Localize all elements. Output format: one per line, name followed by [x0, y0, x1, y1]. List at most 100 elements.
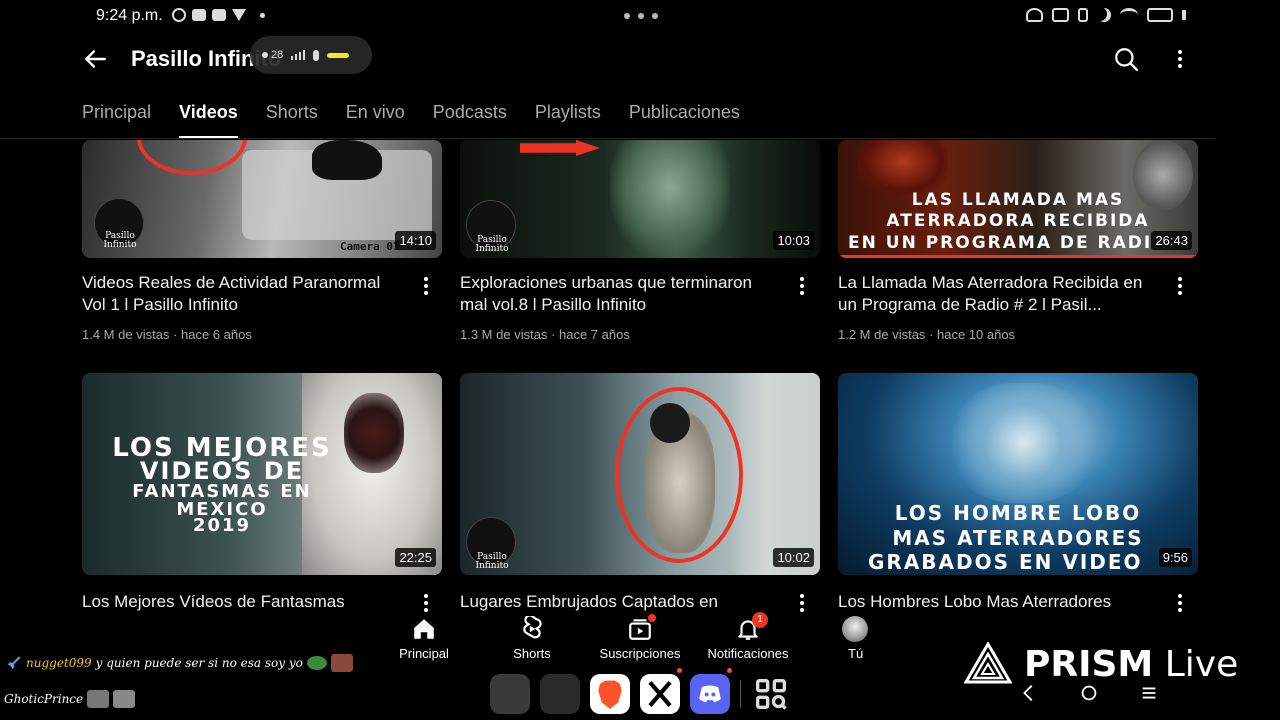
chat-bubble-icon	[172, 8, 186, 22]
video-duration: 14:10	[395, 231, 436, 250]
chat-text: y quien puede ser si no esa soy yo	[95, 656, 303, 670]
face-emote-icon	[113, 690, 136, 708]
do-not-disturb-icon	[1097, 8, 1111, 22]
video-meta: 1.4 M de vistas · hace 6 años	[82, 327, 252, 342]
nav-label: Shorts	[513, 646, 551, 661]
thumbnail-text: 2019	[192, 515, 252, 536]
video-more-icon[interactable]	[1168, 591, 1192, 615]
headset-icon	[1026, 8, 1043, 22]
tab-playlists[interactable]: Playlists	[535, 102, 601, 138]
video-thumbnail[interactable]: LOS MEJORES VIDEOS DE FANTASMAS EN MEXIC…	[82, 373, 442, 575]
video-title[interactable]: La Llamada Mas Aterradora Recibida en un…	[838, 272, 1158, 316]
video-title[interactable]: Lugares Embrujados Captados en	[460, 591, 780, 613]
tab-publicaciones[interactable]: Publicaciones	[629, 102, 740, 138]
video-title[interactable]: Videos Reales de Actividad Paranormal Vo…	[82, 272, 402, 316]
status-system-icons	[1026, 8, 1186, 22]
video-duration: 26:43	[1151, 231, 1192, 250]
nav-label: Notificaciones	[707, 646, 789, 661]
status-notification-icons	[172, 8, 265, 22]
back-arrow-icon[interactable]	[82, 46, 108, 72]
nav-shorts[interactable]: Shorts	[478, 612, 586, 661]
video-title[interactable]: Los Hombres Lobo Mas Aterradores	[838, 591, 1158, 613]
video-duration: 22:25	[395, 548, 436, 567]
video-card[interactable]: Pasillo Infinito Camera 01 14:10 Videos …	[82, 140, 442, 350]
video-meta: 1.3 M de vistas · hace 7 años	[460, 327, 630, 342]
avatar-icon	[842, 616, 868, 642]
search-icon[interactable]	[1113, 46, 1139, 72]
video-card[interactable]: LOS MEJORES VIDEOS DE FANTASMAS EN MEXIC…	[82, 373, 442, 613]
app-drawer[interactable]	[751, 674, 791, 714]
home-icon	[414, 619, 434, 639]
voice-chat-overlay[interactable]: 28	[250, 36, 372, 74]
prism-watermark: PRISM Live	[1024, 644, 1238, 685]
nav-principal[interactable]: Principal	[370, 612, 478, 661]
video-card[interactable]: LAS LLAMADA MAS ATERRADORA RECIBIDA EN U…	[838, 140, 1198, 350]
new-content-dot	[648, 614, 656, 622]
video-title[interactable]: Exploraciones urbanas que terminaron mal…	[460, 272, 780, 316]
nav-notificaciones[interactable]: 1 Notificaciones	[694, 612, 802, 661]
charging-icon	[1182, 10, 1186, 20]
thumbnail-text: EN UN PROGRAMA DE RADI	[848, 233, 1153, 253]
video-card[interactable]: Pasillo Infinito 10:03 Exploraciones urb…	[460, 140, 820, 350]
tab-videos[interactable]: Videos	[179, 102, 238, 138]
multitask-handle[interactable]	[624, 13, 658, 19]
nav-suscripciones[interactable]: Suscripciones	[586, 612, 694, 661]
video-duration: 10:02	[773, 548, 814, 567]
video-title[interactable]: Los Mejores Vídeos de Fantasmas	[82, 591, 402, 613]
tab-principal[interactable]: Principal	[82, 102, 151, 138]
tab-podcasts[interactable]: Podcasts	[433, 102, 507, 138]
chat-username: nugget099	[26, 656, 92, 670]
video-more-icon[interactable]	[414, 274, 438, 298]
subscriptions-icon	[627, 614, 656, 642]
status-time: 9:24 p.m.	[96, 7, 163, 24]
discord-icon	[212, 9, 226, 21]
video-more-icon[interactable]	[1168, 274, 1192, 298]
system-navigation	[1018, 682, 1160, 704]
discord-icon	[699, 685, 721, 703]
more-notifications-icon	[260, 12, 265, 18]
system-back-icon[interactable]	[1018, 682, 1040, 704]
dock-divider	[740, 680, 741, 708]
app-dock	[490, 668, 791, 714]
nav-label: Suscripciones	[599, 646, 681, 661]
cast-icon	[1052, 8, 1069, 22]
video-meta: 1.2 M de vistas · hace 10 años	[838, 327, 1016, 342]
prism-logo-icon	[964, 642, 1012, 684]
discord-app[interactable]	[690, 668, 732, 714]
tab-en-vivo[interactable]: En vivo	[346, 102, 405, 138]
face-emote-icon	[87, 690, 110, 708]
notification-badge: 1	[752, 612, 768, 628]
video-more-icon[interactable]	[790, 274, 814, 298]
video-thumbnail[interactable]: LOS HOMBRE LOBO MAS ATERRADORES GRABADOS…	[838, 373, 1198, 575]
more-vertical-icon[interactable]	[1168, 47, 1192, 71]
gamepad-icon	[192, 9, 206, 21]
video-thumbnail[interactable]: Pasillo Infinito 10:02	[460, 373, 820, 575]
pepe-emote-icon	[306, 656, 327, 670]
app-notification-dot	[727, 668, 732, 673]
x-app[interactable]	[640, 668, 682, 714]
brave-app[interactable]	[590, 674, 630, 714]
app-folder[interactable]	[490, 674, 530, 714]
camera-caption: Camera 01	[340, 240, 400, 253]
video-thumbnail[interactable]: Pasillo Infinito Camera 01 14:10	[82, 140, 442, 258]
wifi-icon	[1120, 8, 1138, 22]
brave-icon	[232, 9, 246, 21]
video-thumbnail[interactable]: LAS LLAMADA MAS ATERRADORA RECIBIDA EN U…	[838, 140, 1198, 258]
channel-tabs: Principal Videos Shorts En vivo Podcasts…	[82, 102, 768, 138]
bluetooth-icon	[1078, 8, 1088, 22]
system-recents-icon[interactable]	[1138, 682, 1160, 704]
system-home-icon[interactable]	[1078, 682, 1100, 704]
video-card[interactable]: LOS HOMBRE LOBO MAS ATERRADORES GRABADOS…	[838, 373, 1198, 613]
video-card[interactable]: Pasillo Infinito 10:02 Lugares Embrujado…	[460, 373, 820, 613]
bottom-navigation: Principal Shorts Suscripciones 1 Notific…	[370, 612, 910, 668]
sword-icon	[7, 656, 21, 669]
nav-tu[interactable]: Tú	[802, 612, 910, 661]
logo-text: Pasillo Infinito	[103, 231, 137, 250]
mic-level-indicator	[327, 52, 350, 58]
tab-shorts[interactable]: Shorts	[266, 102, 318, 138]
app-notification-dot	[677, 668, 682, 673]
battery-icon	[1147, 8, 1173, 22]
tabs-divider	[0, 138, 1215, 139]
app-recent[interactable]	[540, 674, 580, 714]
video-thumbnail[interactable]: Pasillo Infinito 10:03	[460, 140, 820, 258]
